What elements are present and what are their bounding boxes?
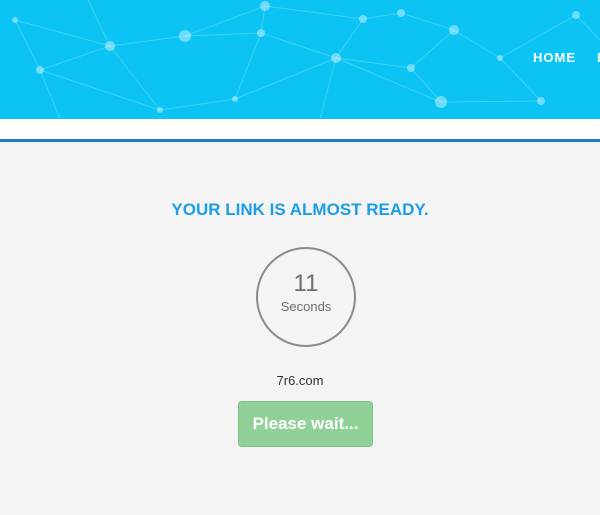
main-nav: HOME I <box>533 50 600 65</box>
nav-home-link[interactable]: HOME <box>533 50 576 65</box>
link-domain: 7r6.com <box>276 373 324 388</box>
countdown-timer: 11 Seconds <box>256 247 356 347</box>
page-title: YOUR LINK IS ALMOST READY. <box>171 200 429 219</box>
countdown-value: 11 <box>293 270 319 297</box>
page: HOME I YOUR LINK IS ALMOST READY. 11 Sec… <box>0 0 600 515</box>
network-pattern <box>12 0 600 119</box>
countdown-unit: Seconds <box>280 299 332 314</box>
header-banner: HOME I <box>0 0 600 119</box>
header-divider <box>0 119 600 139</box>
get-link-button[interactable]: Please wait... <box>238 401 373 447</box>
main-content: YOUR LINK IS ALMOST READY. 11 Seconds 7r… <box>0 142 600 515</box>
